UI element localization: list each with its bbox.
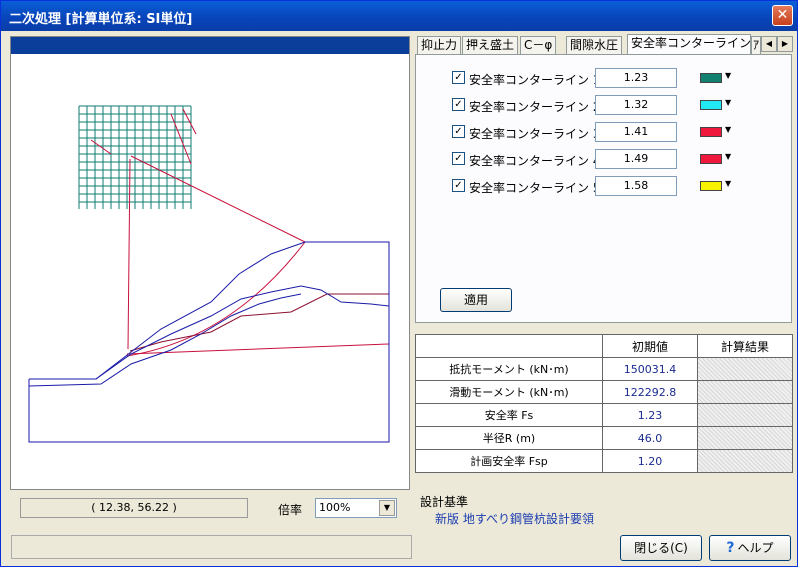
table-row: 半径R (m) 46.0 [415,426,793,450]
contour-value-input[interactable]: 1.32 [595,95,677,115]
chevron-down-icon[interactable]: ▼ [379,500,395,516]
zoom-label: 倍率 [278,503,303,517]
table-row: 抵抗モーメント (kN･m) 150031.4 [415,357,793,381]
tab-restraint-force[interactable]: 抑止力 [417,36,462,54]
contour-label: 安全率コンターライン 5 [469,181,601,195]
help-icon: ? [726,540,735,556]
chevron-down-icon[interactable]: ▼ [725,98,731,107]
contour-value-input[interactable]: 1.23 [595,68,677,88]
table-row: 滑動モーメント (kN･m) 122292.8 [415,380,793,404]
window-title: 二次処理 [計算単位系: SI単位] [9,12,193,27]
contour-label: 安全率コンターライン 1 [469,73,601,87]
tab-scroll-left-icon[interactable]: ◀ [761,36,777,52]
tab-pore-pressure[interactable]: 間隙水圧 [566,36,623,54]
table-row: 計画安全率 Fsp 1.20 [415,449,793,473]
results-table: 初期値 計算結果 抵抗モーメント (kN･m) 150031.4 滑動モーメント… [415,334,793,473]
computed-value [697,357,793,381]
initial-value: 150031.4 [602,357,698,381]
tab-c-phi[interactable]: C－φ [520,36,557,54]
color-swatch[interactable] [700,181,722,191]
contour-value-input[interactable]: 1.41 [595,122,677,142]
contour-checkbox[interactable]: ✓ [452,98,465,111]
ground-outline [28,241,390,443]
tab-strip: 抑止力 押え盛土 C－φ 間隙水圧 安全率コンターライン ｱ ◀ ▶ [415,34,793,54]
computed-value [697,380,793,404]
color-swatch[interactable] [700,127,722,137]
color-swatch[interactable] [700,100,722,110]
help-label: ヘルプ [737,541,774,555]
table-row: 安全率 Fs 1.23 [415,403,793,427]
layer-boundary-2 [28,293,302,387]
tab-next-partial[interactable]: ｱ [751,36,761,54]
layer-boundary-1 [95,285,390,380]
slope-section-drawing[interactable] [11,54,409,489]
status-bar [11,535,412,559]
contour-label: 安全率コンターライン 2 [469,100,601,114]
base-line [126,343,390,355]
contour-value-input[interactable]: 1.49 [595,149,677,169]
title-bar[interactable]: 二次処理 [計算単位系: SI単位] ✕ [1,1,797,31]
zoom-select[interactable]: 100% ▼ [315,498,397,518]
view-header-bar [11,37,409,54]
close-button[interactable]: 閉じる(C) [620,535,702,561]
initial-value: 1.23 [602,403,698,427]
initial-value: 1.20 [602,449,698,473]
design-standard-value: 新版 地すべり鋼管杭設計要領 [435,512,594,526]
contour-checkbox[interactable]: ✓ [452,179,465,192]
zoom-value: 100% [319,501,351,514]
ground-profile [28,241,390,443]
contour-checkbox[interactable]: ✓ [452,125,465,138]
computed-value [697,426,793,450]
table-header-row: 初期値 計算結果 [415,334,793,358]
design-standard-label: 設計基準 [420,495,469,509]
computed-value [697,449,793,473]
table-header: 初期値 [602,334,698,358]
tab-safety-contour[interactable]: 安全率コンターライン [627,34,751,54]
close-icon[interactable]: ✕ [772,5,793,26]
chevron-down-icon[interactable]: ▼ [725,179,731,188]
chevron-down-icon[interactable]: ▼ [725,125,731,134]
color-swatch[interactable] [700,154,722,164]
chevron-down-icon[interactable]: ▼ [725,152,731,161]
radius-line-vertical [127,158,131,350]
contour-label: 安全率コンターライン 3 [469,127,601,141]
computed-value [697,403,793,427]
row-label: 滑動モーメント (kN･m) [415,380,603,404]
contour-checkbox[interactable]: ✓ [452,71,465,84]
row-label: 計画安全率 Fsp [415,449,603,473]
row-label: 半径R (m) [415,426,603,450]
row-label: 安全率 Fs [415,403,603,427]
slope-view-panel[interactable] [10,36,410,490]
tab-counterweight-fill[interactable]: 押え盛土 [462,36,519,54]
contour-label: 安全率コンターライン 4 [469,154,601,168]
coordinate-readout: ( 12.38, 56.22 ) [20,498,248,518]
dialog-window: 二次処理 [計算単位系: SI単位] ✕ ( 12.38, 56.22) 倍率… [0,0,798,567]
table-header [415,334,603,358]
safety-contour-page: ✓ 安全率コンターライン 1 1.23 ▼ ✓ 安全率コンターライン 2 1.3… [415,54,792,323]
help-button[interactable]: ? ヘルプ [709,535,791,561]
apply-button[interactable]: 適用 [440,288,512,312]
chevron-down-icon[interactable]: ▼ [725,71,731,80]
tab-scroll-right-icon[interactable]: ▶ [777,36,793,52]
contour-value-input[interactable]: 1.58 [595,176,677,196]
table-header: 計算結果 [697,334,793,358]
color-swatch[interactable] [700,73,722,83]
initial-value: 122292.8 [602,380,698,404]
contour-checkbox[interactable]: ✓ [452,152,465,165]
radius-line-upper [130,155,306,243]
row-label: 抵抗モーメント (kN･m) [415,357,603,381]
initial-value: 46.0 [602,426,698,450]
